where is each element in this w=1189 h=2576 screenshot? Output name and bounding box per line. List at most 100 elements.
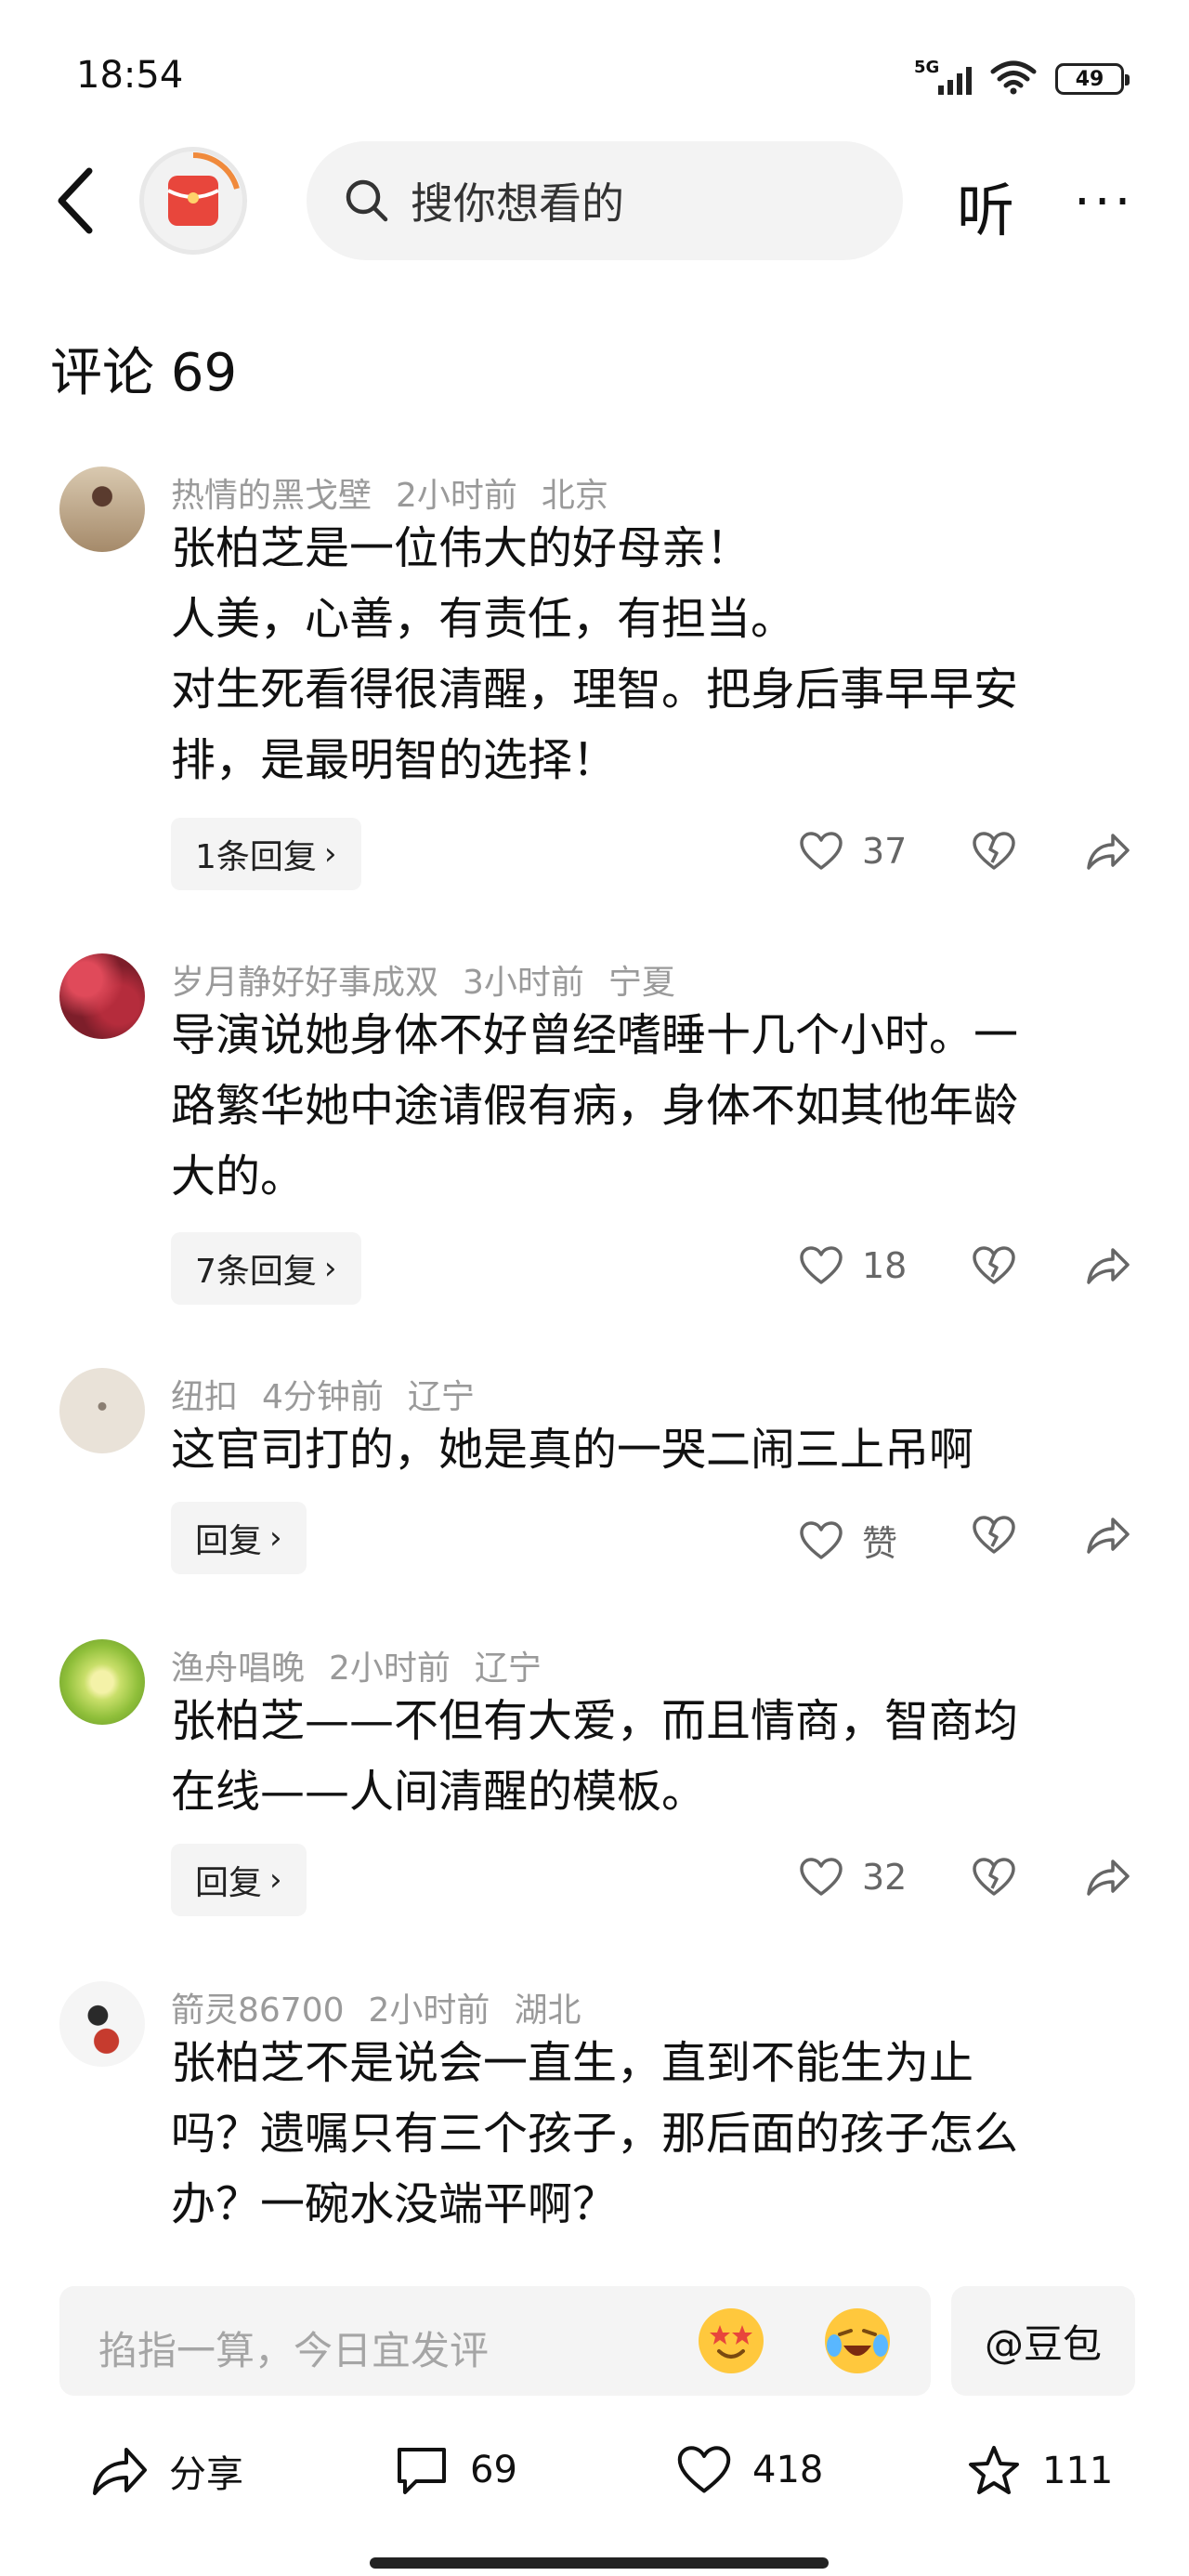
comment-time: 2小时前 [329,1649,451,1688]
reply-button[interactable]: 回复 › [171,1844,307,1916]
share-comment-button[interactable] [1085,831,1131,875]
search-placeholder: 搜你想看的 [411,178,624,229]
username[interactable]: 岁月静好好事成双 [171,964,438,1002]
like-count: 37 [862,831,908,872]
username[interactable]: 箭灵86700 [171,1991,345,2030]
comment-location: 辽宁 [474,1649,542,1688]
comment-location: 宁夏 [608,964,675,1002]
username[interactable]: 纽扣 [171,1378,238,1416]
listen-button[interactable]: 听 [957,164,1014,247]
comments-title: 评论 69 [50,331,237,406]
share-label: 分享 [169,2453,243,2496]
avatar[interactable] [59,953,145,1039]
chevron-right-icon: › [323,835,337,873]
chevron-right-icon: › [269,1861,282,1899]
like-button[interactable]: 赞 [799,1515,897,1566]
status-icons: 5G 49 [914,58,1130,99]
view-replies-button[interactable]: 1条回复 › [171,818,361,890]
heart-icon [677,2446,731,2493]
comment-text: 张柏芝是一位伟大的好母亲！ 人美，心善，有责任，有担当。 对生死看得很清醒，理智… [171,522,1019,786]
search-icon [344,177,390,224]
dislike-button[interactable] [972,1245,1016,1290]
avatar[interactable] [59,1368,145,1453]
comment-text: 导演说她身体不好曾经嗜睡十几个小时。一 路繁华她中途请假有病，身体不如其他年龄 … [171,1009,1019,1203]
like-post-button[interactable]: 418 [676,2444,823,2496]
avatar[interactable] [59,467,145,552]
like-count: 18 [862,1245,908,1286]
heart-icon [800,1520,843,1559]
comment-meta: 岁月静好好事成双 3小时前 宁夏 [171,955,699,1004]
broken-heart-icon [973,1858,1015,1896]
share-button[interactable]: 分享 [91,2444,243,2498]
share-comment-button[interactable] [1085,1515,1131,1559]
like-post-count: 418 [752,2449,824,2491]
dislike-button[interactable] [972,1857,1016,1901]
comment-location: 北京 [541,477,608,515]
doubao-mention-button[interactable]: @豆包 [951,2286,1135,2396]
comment-button[interactable]: 69 [394,2444,517,2496]
heart-icon [800,832,843,870]
laughing-crying-emoji-icon[interactable] [825,2308,890,2373]
comment-text: 张柏芝不是说会一直生，直到不能生为止 吗？遗嘱只有三个孩子，那后面的孩子怎么 办… [171,2037,1019,2230]
chevron-right-icon: › [323,1250,337,1287]
share-arrow-icon [1087,1860,1130,1896]
wifi-icon [990,59,1037,99]
like-button[interactable]: 32 [799,1857,907,1898]
dislike-button[interactable] [972,831,1016,875]
username[interactable]: 渔舟唱晚 [171,1649,305,1688]
share-comment-button[interactable] [1085,1245,1131,1290]
comment-count: 69 [470,2449,517,2491]
heart-icon [800,1246,843,1284]
home-indicator[interactable] [370,2557,829,2569]
dislike-button[interactable] [972,1515,1016,1559]
comment-location: 湖北 [514,1991,581,2030]
app-logo-button[interactable] [139,147,247,255]
more-options-button[interactable]: ··· [1074,177,1134,229]
comment-text: 张柏芝——不但有大爱，而且情商，智商均 在线——人间清醒的模板。 [171,1695,1019,1818]
broken-heart-icon [973,1246,1015,1284]
comment-time: 3小时前 [463,964,584,1002]
comment-meta: 热情的黑戈壁 2小时前 北京 [171,468,633,517]
favorite-count: 111 [1042,2450,1114,2492]
comment-meta: 纽扣 4分钟前 辽宁 [171,1370,499,1418]
share-arrow-icon [1087,1518,1130,1554]
comment-time: 4分钟前 [262,1378,384,1416]
broken-heart-icon [973,832,1015,870]
signal-icon: 5G [914,58,972,95]
comment-location: 辽宁 [407,1378,475,1416]
heart-icon [800,1858,843,1896]
search-bar[interactable]: 搜你想看的 [307,141,903,260]
broken-heart-icon [973,1516,1015,1554]
comment-bubble-icon [398,2448,446,2494]
comment-time: 2小时前 [368,1991,490,2030]
like-count: 32 [862,1857,908,1898]
star-icon [969,2446,1019,2494]
battery-icon: 49 [1055,63,1130,95]
share-arrow-icon [93,2448,147,2495]
avatar[interactable] [59,1639,145,1725]
back-arrow-icon [58,167,93,234]
like-button[interactable]: 37 [799,831,907,872]
back-button[interactable] [48,164,104,238]
status-time: 18:54 [76,54,184,97]
comment-input[interactable]: 掐指一算，今日宜发评 [59,2286,931,2396]
like-count: 赞 [862,1523,898,1564]
chevron-right-icon: › [269,1519,282,1557]
share-arrow-icon [1087,1248,1130,1284]
star-eyes-emoji-icon[interactable] [699,2308,764,2373]
share-arrow-icon [1087,834,1130,870]
network-label: 5G [914,58,940,77]
username[interactable]: 热情的黑戈壁 [171,477,372,515]
comments-count: 69 [170,343,238,403]
comment-input-placeholder: 掐指一算，今日宜发评 [98,2328,490,2373]
battery-level: 49 [1075,67,1104,91]
avatar[interactable] [59,1981,145,2067]
red-envelope-logo-icon [167,152,240,226]
share-comment-button[interactable] [1085,1857,1131,1901]
like-button[interactable]: 18 [799,1245,907,1286]
comments-label: 评论 [50,343,154,403]
favorite-button[interactable]: 111 [966,2444,1113,2498]
reply-button[interactable]: 回复 › [171,1502,307,1574]
view-replies-button[interactable]: 7条回复 › [171,1232,361,1305]
comment-time: 2小时前 [396,477,517,515]
